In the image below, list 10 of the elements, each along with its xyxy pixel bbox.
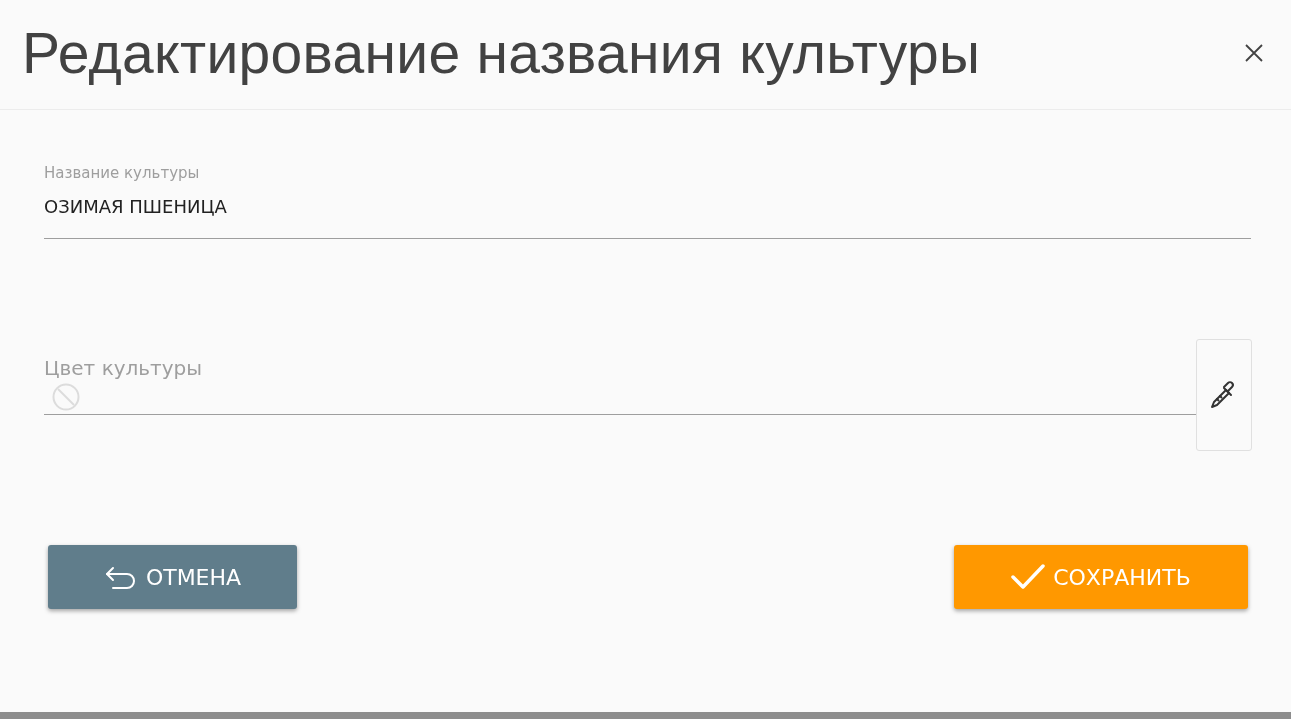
cancel-button[interactable]: ОТМЕНА xyxy=(48,545,297,609)
color-field[interactable]: Цвет культуры xyxy=(44,340,1196,415)
field-label: Название культуры xyxy=(44,164,201,182)
eyedropper-button[interactable] xyxy=(1196,339,1252,451)
dialog-title: Редактирование названия культуры xyxy=(22,19,981,86)
check-icon xyxy=(1011,564,1046,590)
close-icon xyxy=(1243,41,1265,64)
name-field[interactable]: ОЗИМАЯ ПШЕНИЦА xyxy=(44,182,1251,239)
close-button[interactable] xyxy=(1243,41,1265,64)
undo-icon xyxy=(103,565,138,589)
